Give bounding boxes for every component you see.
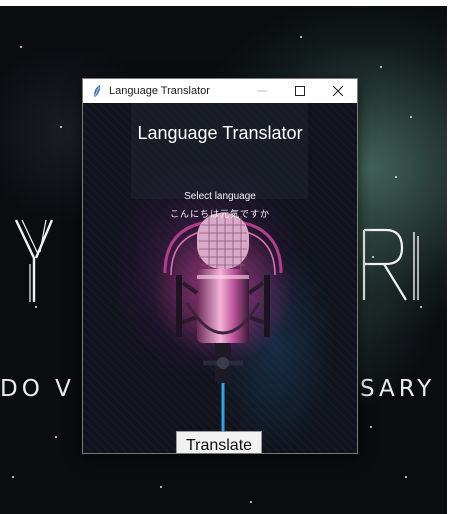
header-panel xyxy=(131,103,308,199)
translate-button[interactable]: Translate xyxy=(176,431,262,453)
star xyxy=(35,306,37,308)
maximize-button[interactable] xyxy=(281,79,319,103)
star xyxy=(410,116,412,118)
feather-icon xyxy=(94,85,101,97)
star xyxy=(160,486,162,488)
wallpaper-text-right: SARY xyxy=(360,376,436,402)
close-button[interactable] xyxy=(319,79,357,103)
star xyxy=(380,66,382,68)
window-title: Language Translator xyxy=(109,85,210,97)
microphone-image xyxy=(153,213,293,433)
star xyxy=(370,426,372,428)
star xyxy=(405,476,407,478)
wallpaper-right-glyph xyxy=(362,228,419,301)
close-icon xyxy=(333,86,343,96)
star xyxy=(12,476,14,478)
star xyxy=(250,501,252,503)
source-text: こんにちは元気ですか xyxy=(169,210,270,220)
star xyxy=(55,436,57,438)
minimize-button[interactable] xyxy=(243,79,281,103)
star xyxy=(395,176,397,178)
app-title: Language Translator xyxy=(137,123,303,143)
window-content: Language Translator Select language こんにち… xyxy=(83,103,357,453)
star xyxy=(300,36,302,38)
star xyxy=(20,46,22,48)
star xyxy=(420,306,422,308)
window-titlebar[interactable]: Language Translator xyxy=(83,79,357,103)
maximize-icon xyxy=(295,86,305,96)
wallpaper-text-left: DO V xyxy=(0,376,75,402)
star xyxy=(60,126,62,128)
minimize-icon xyxy=(257,90,267,92)
wallpaper-left-glyph xyxy=(14,219,54,302)
select-language-label[interactable]: Select language xyxy=(83,191,357,202)
translator-window: Language Translator Language Translator … xyxy=(82,78,358,454)
